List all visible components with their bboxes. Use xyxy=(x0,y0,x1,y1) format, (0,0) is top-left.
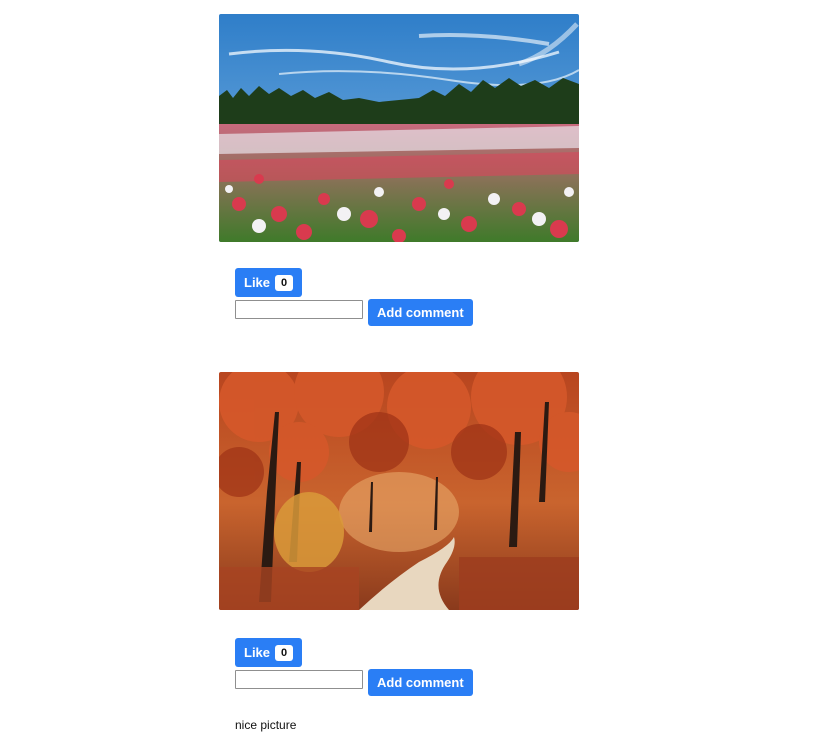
add-comment-button[interactable]: Add comment xyxy=(368,669,473,696)
post-card: Like 0 Add comment nice picture xyxy=(219,372,579,732)
comment-input[interactable] xyxy=(235,300,363,319)
post-card: Like 0 Add comment xyxy=(219,14,579,326)
like-count-badge: 0 xyxy=(275,644,294,661)
comment-list: nice picture xyxy=(235,718,579,732)
add-comment-button[interactable]: Add comment xyxy=(368,299,473,326)
like-button-label: Like xyxy=(244,645,271,660)
comment-item: nice picture xyxy=(235,718,297,732)
post-actions: Like 0 Add comment xyxy=(235,268,579,326)
post-actions: Like 0 Add comment xyxy=(235,638,579,696)
comment-form: Add comment xyxy=(235,669,579,696)
like-button[interactable]: Like 0 xyxy=(235,268,303,297)
like-button[interactable]: Like 0 xyxy=(235,638,303,667)
photo-feed: Like 0 Add comment Like 0 Add comment ni… xyxy=(0,0,820,756)
like-button-label: Like xyxy=(244,275,271,290)
post-photo xyxy=(219,14,579,242)
comment-form: Add comment xyxy=(235,299,579,326)
post-photo xyxy=(219,372,579,610)
like-count-badge: 0 xyxy=(275,274,294,291)
comment-input[interactable] xyxy=(235,670,363,689)
